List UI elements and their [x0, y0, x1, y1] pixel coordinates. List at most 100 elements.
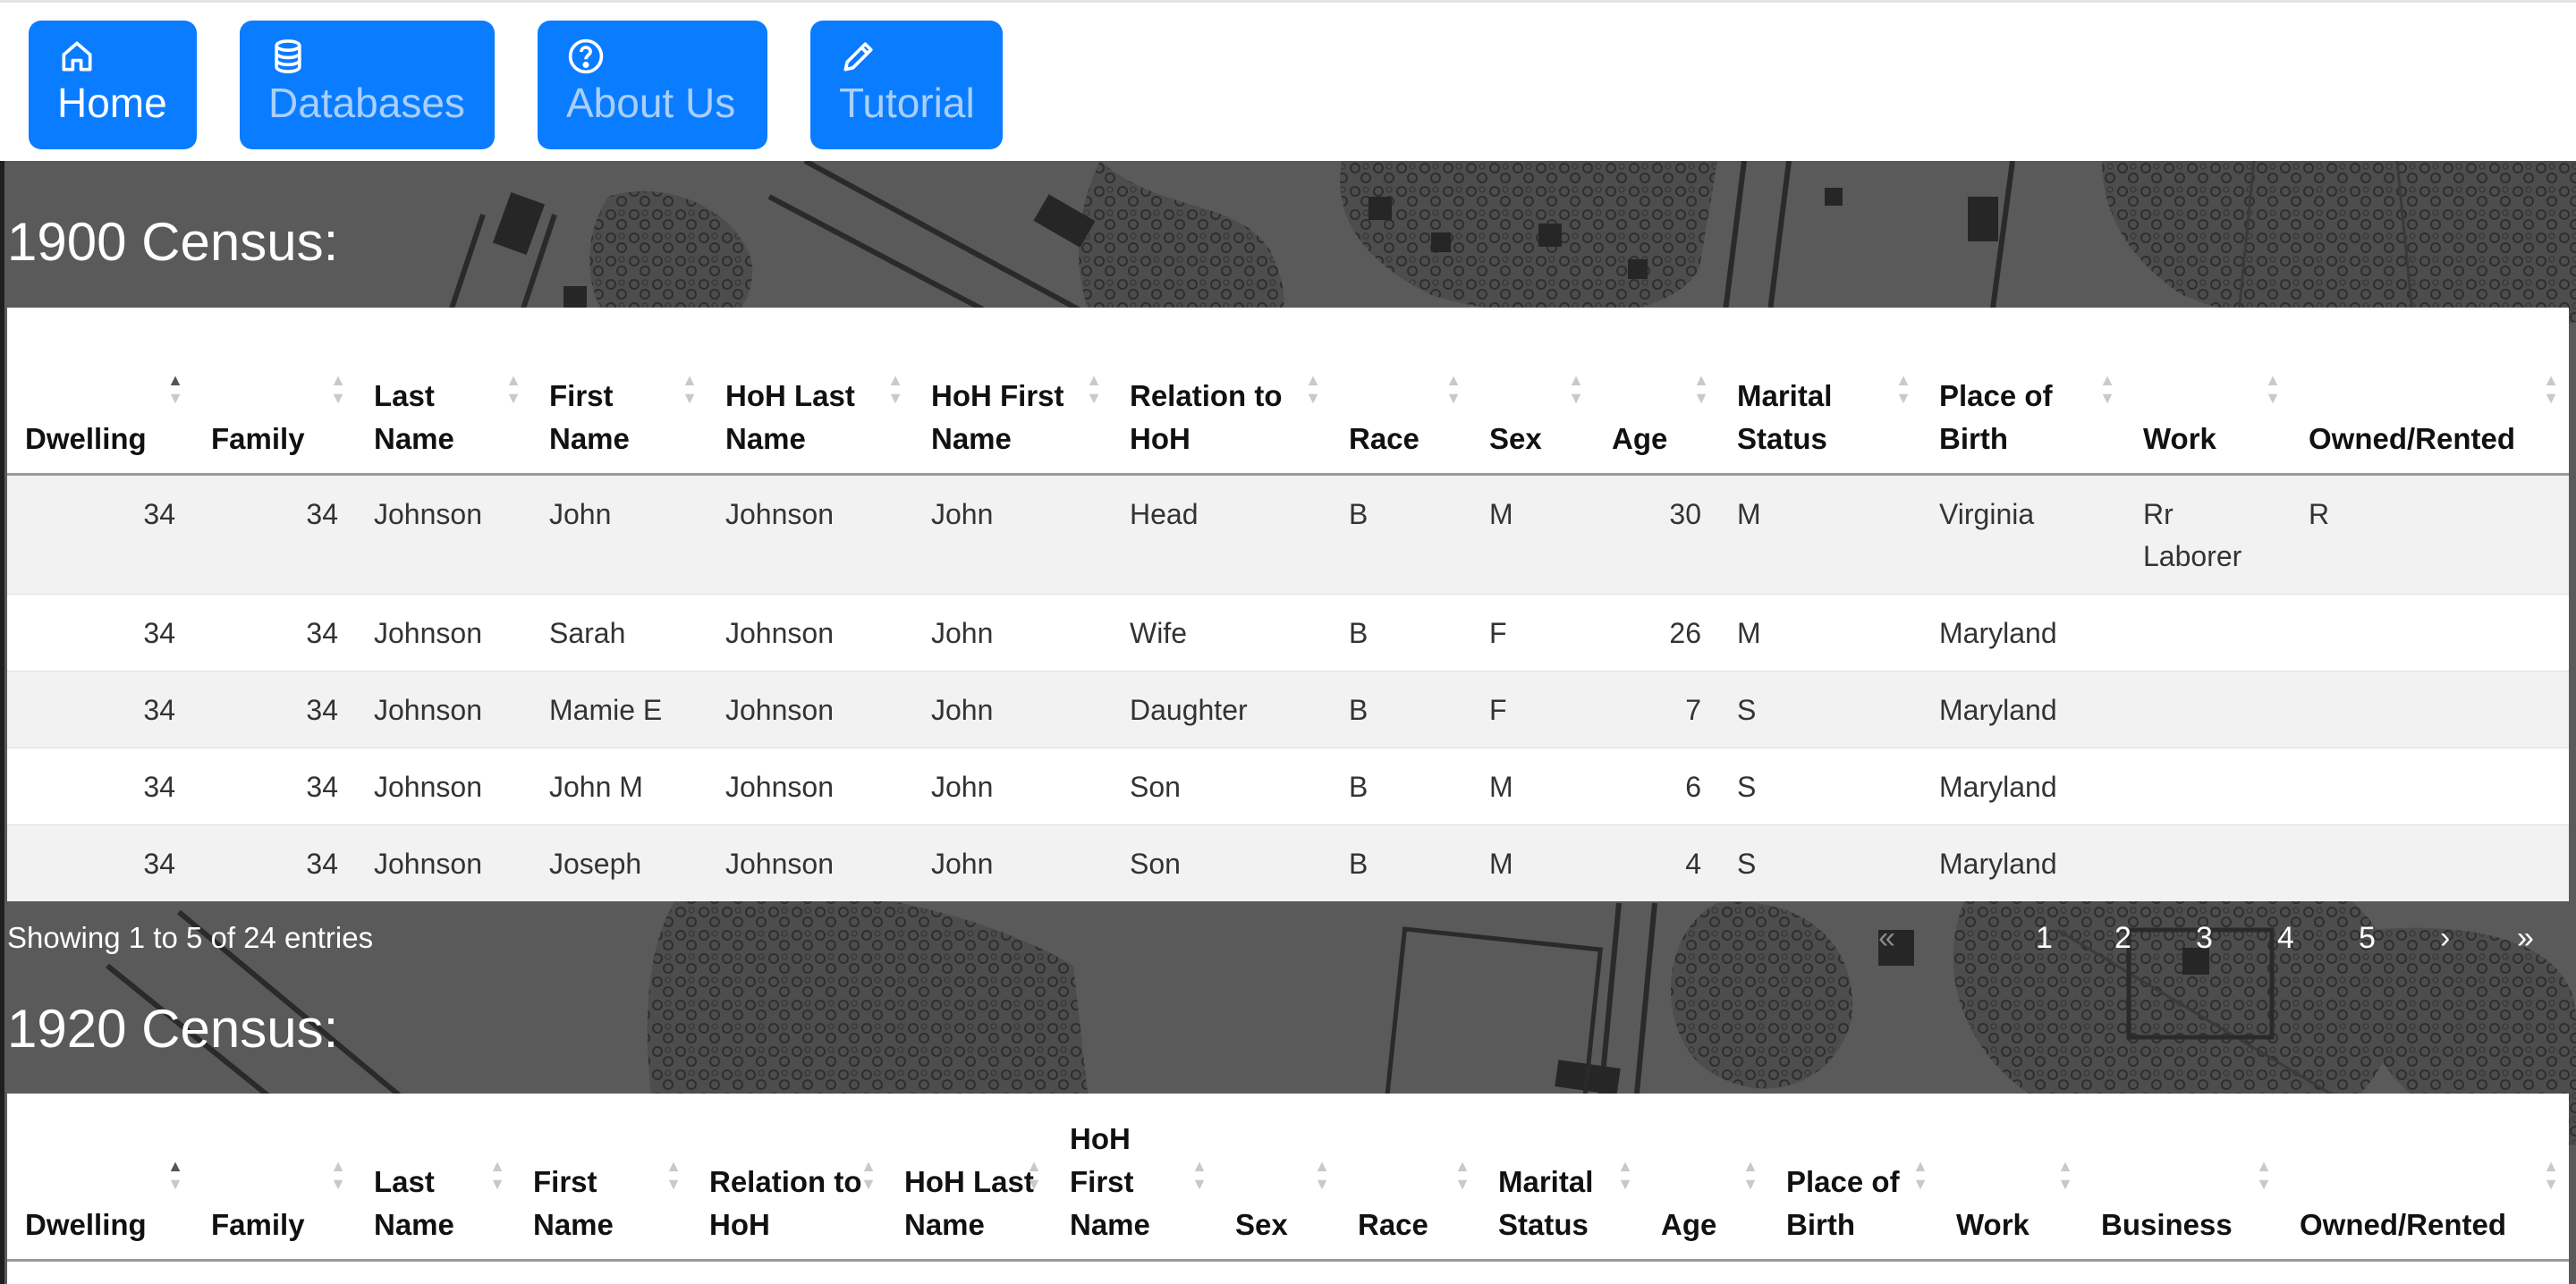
next-page-button[interactable]: ›: [2440, 921, 2450, 956]
col-header-label: First Name: [533, 1164, 614, 1241]
col-header-work[interactable]: Work ▲ ▼: [2125, 308, 2291, 476]
col-header-label: Work: [2143, 421, 2216, 455]
cell-hoh-last-name: Johnson: [708, 670, 913, 748]
cell-owned-rented: [2291, 670, 2569, 748]
pencil-icon: [839, 37, 878, 76]
cell-family: 34: [193, 824, 356, 901]
page-button-1[interactable]: 1: [2036, 921, 2053, 956]
col-header-age[interactable]: Age ▲ ▼: [1594, 308, 1719, 476]
col-header-work[interactable]: Work ▲ ▼: [1938, 1094, 2083, 1262]
first-page-button[interactable]: «: [1878, 921, 1895, 956]
census-1920-title: 1920 Census:: [7, 999, 339, 1059]
last-page-button[interactable]: »: [2517, 921, 2534, 956]
sort-icon: ▲ ▼: [2265, 371, 2281, 408]
col-header-first-name[interactable]: First Name ▲ ▼: [531, 308, 708, 476]
col-header-hoh-first-name[interactable]: HoH First Name ▲ ▼: [1052, 1094, 1217, 1262]
sort-icon: ▲ ▼: [2543, 1157, 2559, 1194]
cell-place-of-birth: Maryland: [1921, 593, 2125, 671]
sort-icon: ▲ ▼: [1445, 371, 1462, 408]
cell-marital-status: S: [1719, 747, 1921, 824]
sort-icon: ▲ ▼: [1617, 1157, 1633, 1194]
sort-icon: ▲ ▼: [1895, 371, 1911, 408]
sort-icon: ▲ ▼: [2543, 371, 2559, 408]
col-header-dwelling[interactable]: Dwelling ▲ ▼: [7, 308, 193, 476]
col-header-last-name[interactable]: Last Name ▲ ▼: [356, 1094, 515, 1262]
col-header-marital-status[interactable]: Marital Status ▲ ▼: [1719, 308, 1921, 476]
cell-dwelling: 34: [7, 473, 193, 594]
cell-marital-status: S: [1719, 824, 1921, 901]
col-header-owned-rented[interactable]: Owned/Rented ▲ ▼: [2282, 1094, 2569, 1262]
sort-icon: ▲ ▼: [1026, 1157, 1042, 1194]
cell-work: [2125, 824, 2291, 901]
col-header-relation[interactable]: Relation to HoH ▲ ▼: [691, 1094, 886, 1262]
cell-age: 4: [1594, 824, 1719, 901]
sort-icon: ▲ ▼: [1314, 1157, 1330, 1194]
pagination: « 1 2 3 4 5 › »: [0, 921, 2576, 962]
sort-icon: ▲ ▼: [1454, 1157, 1470, 1194]
nav-tutorial-label: Tutorial: [839, 80, 975, 126]
sort-icon: ▲ ▼: [1086, 371, 1102, 408]
col-header-place-of-birth[interactable]: Place of Birth ▲ ▼: [1768, 1094, 1938, 1262]
col-header-first-name[interactable]: First Name ▲ ▼: [515, 1094, 691, 1262]
col-header-marital-status[interactable]: Marital Status ▲ ▼: [1480, 1094, 1643, 1262]
col-header-race[interactable]: Race ▲ ▼: [1340, 1094, 1480, 1262]
col-header-label: Owned/Rented: [2300, 1207, 2507, 1241]
col-header-hoh-first-name[interactable]: HoH First Name ▲ ▼: [913, 308, 1112, 476]
col-header-hoh-last-name[interactable]: HoH Last Name ▲ ▼: [886, 1094, 1052, 1262]
nav-databases-label: Databases: [268, 80, 465, 126]
cell-owned-rented: [2291, 824, 2569, 901]
page-button-5[interactable]: 5: [2359, 921, 2376, 956]
cell-relation: Head: [1112, 473, 1331, 594]
cell-place-of-birth: Maryland: [1921, 824, 2125, 901]
sort-icon: ▲ ▼: [330, 371, 346, 408]
col-header-owned-rented[interactable]: Owned/Rented ▲ ▼: [2291, 308, 2569, 476]
col-header-business[interactable]: Business ▲ ▼: [2083, 1094, 2282, 1262]
nav-databases-button[interactable]: Databases: [240, 21, 495, 149]
sort-icon: ▲ ▼: [665, 1157, 682, 1194]
sort-icon: ▲ ▼: [682, 371, 698, 408]
col-header-label: HoH First Name: [1070, 1121, 1150, 1241]
col-header-race[interactable]: Race ▲ ▼: [1331, 308, 1471, 476]
page-button-3[interactable]: 3: [2196, 921, 2213, 956]
cell-first-name: Mamie E: [531, 670, 708, 748]
cell-relation: Son: [1112, 824, 1331, 901]
col-header-sex[interactable]: Sex ▲ ▼: [1217, 1094, 1340, 1262]
sort-icon: ▲ ▼: [1742, 1157, 1758, 1194]
col-header-relation[interactable]: Relation to HoH ▲ ▼: [1112, 308, 1331, 476]
cell-family: 34: [193, 670, 356, 748]
cell-hoh-first-name: John: [913, 473, 1112, 594]
col-header-hoh-last-name[interactable]: HoH Last Name ▲ ▼: [708, 308, 913, 476]
col-header-label: HoH Last Name: [725, 378, 855, 455]
nav-about-button[interactable]: About Us: [538, 21, 767, 149]
nav-home-button[interactable]: Home: [29, 21, 197, 149]
cell-relation: Daughter: [1112, 670, 1331, 748]
cell-last-name: Johnson: [356, 593, 531, 671]
cell-owned-rented: R: [2291, 473, 2569, 594]
nav-tutorial-button[interactable]: Tutorial: [810, 21, 1003, 149]
cell-hoh-last-name: Johnson: [708, 824, 913, 901]
page-button-4[interactable]: 4: [2277, 921, 2294, 956]
col-header-label: Work: [1956, 1207, 2029, 1241]
col-header-age[interactable]: Age ▲ ▼: [1643, 1094, 1768, 1262]
cell-sex: F: [1471, 670, 1594, 748]
col-header-label: Dwelling: [25, 421, 147, 455]
cell-hoh-last-name: Johnson: [708, 593, 913, 671]
census-1900-table: Dwelling ▲ ▼ Family ▲ ▼ Last Name ▲ ▼ First Na…: [7, 308, 2569, 901]
col-header-place-of-birth[interactable]: Place of Birth ▲ ▼: [1921, 308, 2125, 476]
cell-last-name: Johnson: [356, 747, 531, 824]
census-1920-table: Dwelling ▲ ▼ Family ▲ ▼ Last Name ▲ ▼ First Na…: [7, 1094, 2569, 1262]
col-header-sex[interactable]: Sex ▲ ▼: [1471, 308, 1594, 476]
col-header-last-name[interactable]: Last Name ▲ ▼: [356, 308, 531, 476]
cell-race: B: [1331, 473, 1471, 594]
col-header-label: Sex: [1235, 1207, 1288, 1241]
col-header-family[interactable]: Family ▲ ▼: [193, 308, 356, 476]
col-header-family[interactable]: Family ▲ ▼: [193, 1094, 356, 1262]
col-header-label: Relation to HoH: [1130, 378, 1283, 455]
cell-dwelling: 34: [7, 824, 193, 901]
question-circle-icon: [566, 37, 606, 76]
cell-marital-status: M: [1719, 473, 1921, 594]
page-button-2[interactable]: 2: [2114, 921, 2131, 956]
col-header-label: Family: [211, 1207, 305, 1241]
col-header-dwelling[interactable]: Dwelling ▲ ▼: [7, 1094, 193, 1262]
cell-hoh-first-name: John: [913, 593, 1112, 671]
